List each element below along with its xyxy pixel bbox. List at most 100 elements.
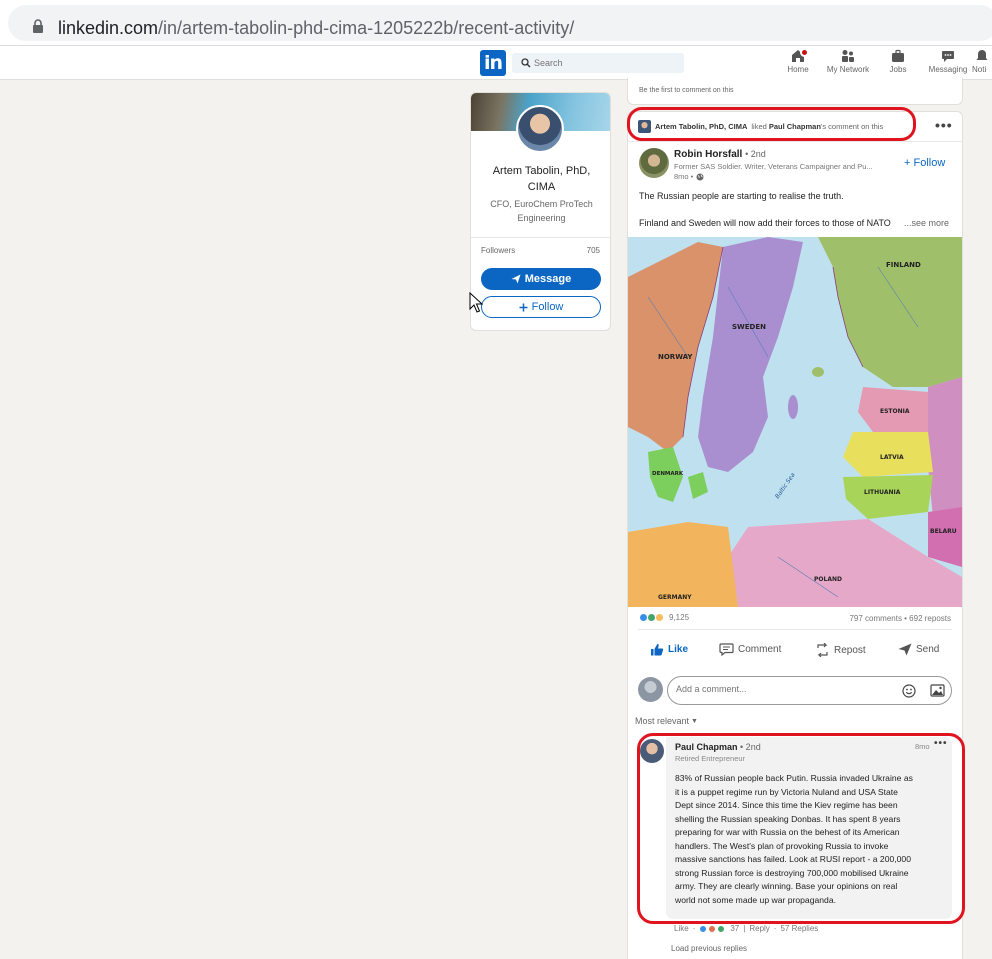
see-more-link[interactable]: ...see more [904, 218, 949, 228]
separator: · [692, 924, 696, 933]
comment-reaction-count[interactable]: 37 [730, 924, 739, 933]
map-label-belarus: BELARU [930, 528, 957, 535]
repost-button[interactable]: Repost [815, 643, 866, 657]
address-field[interactable]: linkedin.com/in/artem-tabolin-phd-cima-1… [8, 5, 992, 41]
url-path: /in/artem-tabolin-phd-cima-1205222b/rece… [158, 18, 575, 38]
thumbs-up-icon [651, 643, 664, 656]
profile-name[interactable]: Artem Tabolin, PhD, CIMA [479, 163, 604, 195]
search-input[interactable] [534, 55, 674, 71]
map-label-poland: POLAND [814, 576, 842, 583]
post-text-line: Finland and Sweden will now add their fo… [639, 218, 891, 228]
comment-box[interactable] [667, 676, 952, 705]
map-label-estonia: ESTONIA [880, 408, 910, 415]
repost-icon [817, 643, 828, 657]
first-comment-prompt: Be the first to comment on this [639, 87, 734, 94]
map-label-lithuania: LITHUANIA [864, 489, 901, 496]
love-reaction-icon [708, 924, 717, 933]
nav-my-network-label: My Network [826, 65, 870, 74]
sort-comments-dropdown[interactable]: Most relevant ▼ [635, 716, 698, 726]
search-box[interactable] [512, 53, 684, 73]
like-button[interactable]: Like [650, 643, 688, 656]
message-button[interactable]: Message [481, 268, 601, 290]
nav-messaging[interactable]: Messaging [926, 48, 970, 78]
nav-notifications[interactable]: Noti [972, 48, 992, 78]
send-icon [898, 643, 912, 656]
nav-messaging-label: Messaging [928, 65, 968, 74]
emoji-icon[interactable] [902, 684, 916, 698]
reaction-summary[interactable]: 9,125 [639, 613, 689, 622]
author-name[interactable]: Robin Horsfall [674, 149, 742, 160]
annotation-highlight-activity [627, 107, 916, 141]
follow-button-label: Follow [531, 301, 564, 313]
send-button[interactable]: Send [898, 643, 939, 656]
profile-headline: CFO, EuroChem ProTech Engineering [490, 199, 593, 223]
comment-like-button[interactable]: Like [674, 924, 689, 933]
follow-button[interactable]: Follow [481, 296, 601, 318]
nav-jobs-label: Jobs [889, 65, 907, 74]
nav-jobs[interactable]: Jobs [884, 48, 912, 78]
separator: | [743, 924, 746, 933]
separator: · [773, 924, 777, 933]
insightful-reaction-icon [655, 613, 664, 622]
connection-degree: • 2nd [745, 149, 766, 159]
plus-icon [519, 303, 528, 311]
profile-avatar[interactable] [516, 105, 564, 153]
map-label-sweden: SWEDEN [732, 323, 766, 331]
follow-author-label: Follow [913, 157, 946, 169]
network-icon [842, 50, 854, 62]
map-label-latvia: LATVIA [880, 454, 904, 461]
nav-my-network[interactable]: My Network [822, 48, 874, 78]
comment-actions: Like · 37 | Reply · 57 Replies [674, 924, 818, 933]
comment-reply-button[interactable]: Reply [749, 924, 769, 933]
follow-author-button[interactable]: + Follow [904, 157, 945, 169]
map-label-norway: NORWAY [658, 353, 693, 361]
globe-icon [696, 173, 704, 180]
like-reaction-icon [699, 924, 708, 933]
nav-notifications-label: Noti [972, 65, 987, 74]
nav-home-label: Home [787, 65, 809, 74]
repost-label: Repost [834, 644, 866, 656]
map-label-finland: FINLAND [886, 261, 921, 269]
linkedin-logo[interactable]: in [480, 50, 506, 76]
author-avatar[interactable] [639, 148, 669, 178]
caret-down-icon: ▼ [691, 717, 698, 725]
viewer-avatar[interactable] [638, 677, 663, 702]
comment-input[interactable] [676, 684, 876, 694]
post-text-line: The Russian people are starting to reali… [639, 191, 844, 201]
mouse-cursor [469, 292, 483, 313]
message-button-label: Message [524, 273, 572, 285]
previous-post-card: Be the first to comment on this [627, 78, 963, 105]
like-label: Like [668, 644, 689, 655]
send-icon [511, 274, 521, 284]
image-icon[interactable] [930, 684, 945, 697]
profile-card: Artem Tabolin, PhD, CIMA CFO, EuroChem P… [470, 92, 611, 331]
lock-icon [33, 19, 43, 33]
comment-replies-count[interactable]: 57 Replies [780, 924, 818, 933]
divider [471, 237, 610, 238]
divider [628, 141, 962, 142]
load-previous-replies-link[interactable]: Load previous replies [671, 944, 747, 953]
celebrate-reaction-icon [717, 924, 726, 933]
linkedin-nav: in Home My Network Jobs Messaging Noti [0, 46, 992, 80]
url-text: linkedin.com/in/artem-tabolin-phd-cima-1… [58, 15, 574, 41]
followers-label: Followers [481, 246, 516, 255]
post-stats[interactable]: 797 comments • 692 reposts [849, 614, 951, 623]
comment-label: Comment [738, 644, 782, 655]
messaging-icon [942, 51, 954, 62]
author-name-line[interactable]: Robin Horsfall • 2nd [674, 149, 766, 160]
author-headline: Former SAS Soldier. Writer, Veterans Cam… [674, 162, 873, 171]
comment-button[interactable]: Comment [719, 643, 781, 656]
more-options-icon[interactable]: ••• [935, 117, 953, 133]
notification-dot [800, 48, 809, 57]
jobs-icon [892, 49, 904, 62]
reaction-count: 9,125 [669, 613, 690, 622]
nav-home[interactable]: Home [784, 48, 812, 78]
map-label-denmark: DENMARK [652, 471, 684, 477]
sort-label: Most relevant [635, 716, 690, 726]
comment-icon [719, 643, 734, 656]
post-map-image[interactable]: FINLAND SWEDEN NORWAY ESTONIA LATVIA LIT… [628, 237, 962, 607]
annotation-highlight-comment [637, 733, 965, 924]
followers-count: 705 [586, 246, 600, 255]
url-domain: linkedin.com [58, 18, 159, 38]
baltic-map: FINLAND SWEDEN NORWAY ESTONIA LATVIA LIT… [628, 237, 962, 607]
